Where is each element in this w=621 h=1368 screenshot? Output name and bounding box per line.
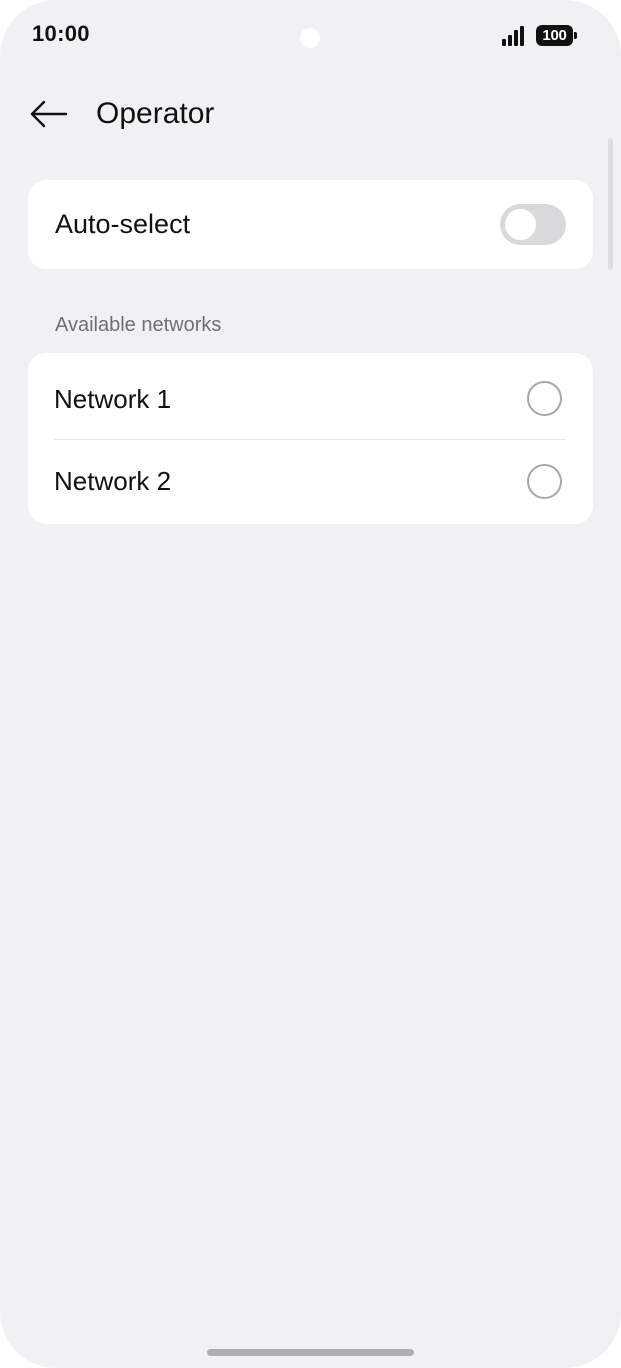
auto-select-toggle[interactable]	[500, 204, 566, 245]
network-1-radio[interactable]	[527, 381, 562, 416]
available-networks-header: Available networks	[55, 314, 222, 336]
auto-select-row[interactable]: Auto-select	[28, 180, 593, 269]
network-label: Network 2	[54, 466, 172, 496]
network-item-1[interactable]: Network 1	[28, 353, 593, 437]
phone-screen: 10:00 100 Operator Auto-select Available…	[0, 0, 621, 1368]
arrow-left-icon	[30, 100, 68, 128]
auto-select-label: Auto-select	[55, 209, 191, 239]
signal-bars-icon	[502, 26, 526, 46]
scrollbar[interactable]	[608, 138, 613, 270]
status-time: 10:00	[32, 21, 90, 46]
status-bar: 10:00 100	[0, 0, 621, 72]
page-title: Operator	[96, 97, 215, 130]
front-camera	[300, 28, 320, 48]
network-2-radio[interactable]	[527, 464, 562, 499]
battery-icon: 100	[536, 25, 577, 46]
network-label: Network 1	[54, 384, 172, 414]
network-item-2[interactable]: Network 2	[28, 440, 593, 524]
toggle-knob	[505, 209, 536, 240]
networks-list: Network 1 Network 2	[28, 353, 593, 524]
home-indicator[interactable]	[207, 1349, 414, 1356]
back-button[interactable]	[24, 90, 72, 138]
